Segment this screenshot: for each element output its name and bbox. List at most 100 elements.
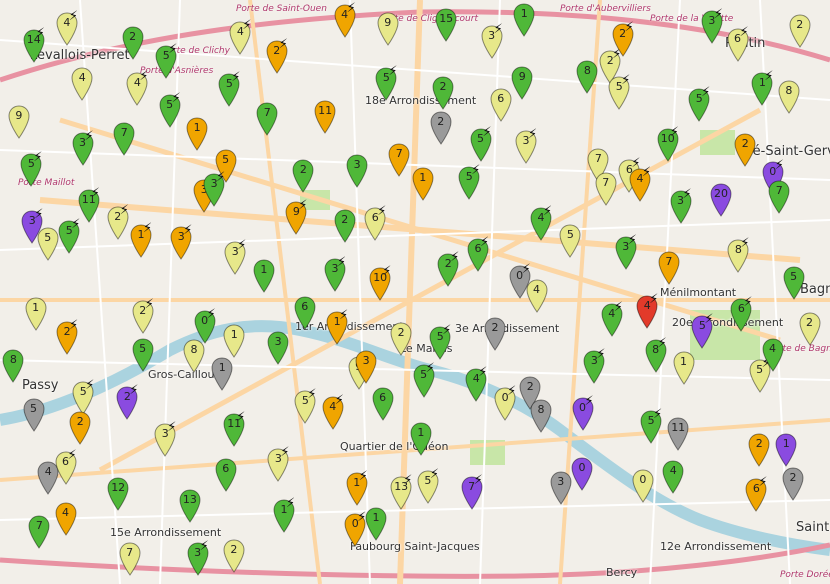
charging-station-marker[interactable]: 3 — [550, 471, 572, 505]
charging-station-marker[interactable]: 1 — [775, 433, 797, 468]
charging-station-marker[interactable]: 2 — [430, 111, 452, 146]
charging-station-marker[interactable]: 5 — [559, 223, 581, 258]
charging-station-marker[interactable]: 1 ⚡ — [273, 496, 295, 534]
charging-station-marker[interactable]: 6 ⚡ — [467, 235, 489, 273]
charging-station-marker[interactable]: 1 — [365, 507, 387, 542]
charging-station-marker[interactable]: 12 — [107, 477, 129, 511]
charging-station-marker[interactable]: 5 ⚡ — [159, 91, 181, 129]
charging-station-marker[interactable]: 2 ⚡ — [266, 37, 288, 74]
charging-station-marker[interactable]: 4 — [761, 338, 784, 373]
charging-station-marker[interactable]: 0 ⚡ — [344, 510, 366, 547]
charging-station-marker[interactable]: 5 ⚡ — [20, 150, 43, 187]
charging-station-marker[interactable]: 4 ⚡ — [334, 1, 356, 38]
charging-station-marker[interactable]: 1 — [186, 117, 208, 151]
charging-station-marker[interactable]: 4 — [71, 67, 93, 101]
charging-station-marker[interactable]: 2 — [223, 539, 245, 573]
charging-station-marker[interactable]: 10 ⚡ — [369, 264, 391, 302]
charging-station-marker[interactable]: 3 ⚡ — [615, 233, 637, 270]
charging-station-marker[interactable]: 11 — [667, 417, 689, 451]
charging-station-marker[interactable]: 3 — [346, 154, 368, 188]
charging-station-marker[interactable]: 7 — [595, 172, 617, 207]
charging-station-marker[interactable]: 9 ⚡ — [285, 198, 308, 235]
charging-station-marker[interactable]: 2 — [390, 322, 412, 356]
charging-station-marker[interactable]: 5 ⚡ — [417, 467, 439, 504]
charging-station-marker[interactable]: 7 — [28, 515, 50, 549]
charging-station-marker[interactable]: 2 — [782, 467, 804, 501]
charging-station-marker[interactable]: 2 — [789, 14, 811, 49]
charging-station-marker[interactable]: 4 ⚡ — [530, 204, 552, 242]
charging-station-marker[interactable]: 5 ⚡ — [294, 387, 317, 425]
charging-station-marker[interactable]: 11 — [314, 100, 336, 134]
charging-station-marker[interactable]: 5 — [783, 266, 805, 301]
charging-station-marker[interactable]: 3 ⚡ — [515, 127, 537, 164]
charging-station-marker[interactable]: 0 ⚡ — [571, 394, 594, 431]
charging-station-marker[interactable]: 8 — [183, 339, 205, 373]
charging-station-marker[interactable]: 5 ⚡ — [375, 64, 398, 101]
charging-station-marker[interactable]: 4 ⚡ — [56, 9, 78, 47]
charging-station-marker[interactable]: 10 ⚡ — [657, 125, 679, 163]
charging-station-marker[interactable]: 2 — [69, 411, 91, 445]
charging-station-marker[interactable]: 1 — [211, 357, 233, 391]
charging-station-marker[interactable]: 5 ⚡ — [413, 361, 435, 398]
charging-station-marker[interactable]: 5 ⚡ — [429, 323, 451, 360]
charging-station-marker[interactable]: 2 ⚡ — [132, 297, 154, 335]
charging-station-marker[interactable]: 6 ⚡ — [54, 448, 77, 485]
charging-station-marker[interactable]: 4 ⚡ — [229, 18, 252, 55]
charging-station-marker[interactable]: 8 — [2, 349, 24, 383]
charging-station-marker[interactable]: 8 — [530, 399, 552, 434]
charging-station-marker[interactable]: 1 — [513, 3, 535, 37]
charging-station-marker[interactable]: 2 — [484, 317, 506, 352]
charging-station-marker[interactable]: 3 ⚡ — [669, 187, 692, 224]
charging-station-marker[interactable]: 4 — [662, 460, 684, 494]
charging-station-marker[interactable]: 5 — [37, 227, 59, 261]
charging-station-marker[interactable]: 8 — [576, 60, 598, 94]
charging-station-marker[interactable]: 5 ⚡ — [691, 312, 714, 349]
charging-station-marker[interactable]: 4 ⚡ — [629, 165, 651, 202]
charging-station-marker[interactable]: 2 — [122, 26, 144, 60]
charging-station-marker[interactable]: 3 ⚡ — [187, 539, 209, 577]
charging-station-marker[interactable]: 6 ⚡ — [364, 204, 386, 242]
charging-station-marker[interactable]: 15 — [435, 8, 457, 42]
charging-station-marker[interactable]: 3 ⚡ — [481, 22, 503, 59]
charging-station-marker[interactable]: 6 — [215, 458, 237, 492]
charging-station-marker[interactable]: 0 — [632, 469, 654, 503]
charging-station-marker[interactable]: 1 — [412, 167, 434, 201]
charging-station-marker[interactable]: 7 — [768, 180, 790, 214]
charging-station-marker[interactable]: 2 — [798, 312, 821, 346]
charging-station-marker[interactable]: 7 — [113, 122, 135, 156]
charging-station-marker[interactable]: 4 — [54, 502, 77, 537]
charging-station-marker[interactable]: 6 ⚡ — [730, 295, 753, 332]
charging-station-marker[interactable]: 5 ⚡ — [688, 85, 710, 122]
charging-station-marker[interactable]: 3 ⚡ — [324, 255, 346, 292]
charging-station-marker[interactable]: 2 ⚡ — [56, 318, 78, 355]
charging-station-marker[interactable]: 4 ⚡ — [601, 300, 623, 338]
charging-station-marker[interactable]: 1 — [672, 351, 695, 386]
charging-station-marker[interactable]: 0 ⚡ — [494, 384, 516, 421]
charging-station-marker[interactable]: 7 — [119, 542, 141, 576]
charging-station-marker[interactable]: 3 ⚡ — [267, 445, 290, 482]
charging-station-marker[interactable]: 3 ⚡ — [71, 129, 94, 167]
charging-station-marker[interactable]: 8 ⚡ — [645, 336, 667, 373]
charging-station-marker[interactable]: 2 ⚡ — [107, 203, 129, 240]
charging-station-marker[interactable]: 4 ⚡ — [465, 365, 487, 402]
charging-station-marker[interactable]: 4 ⚡ — [636, 292, 658, 329]
charging-station-marker[interactable]: 9 — [511, 66, 533, 101]
map-canvas[interactable]: Levallois-Perret Pantin 18e Arrondisseme… — [0, 0, 830, 584]
charging-station-marker[interactable]: 3 ⚡ — [224, 238, 246, 275]
charging-station-marker[interactable]: 7 — [658, 251, 680, 285]
charging-station-marker[interactable]: 7 ⚡ — [461, 473, 483, 511]
charging-station-marker[interactable]: 6 ⚡ — [745, 475, 768, 512]
charging-station-marker[interactable]: 2 — [432, 75, 454, 110]
charging-station-marker[interactable]: 6 — [490, 88, 512, 123]
charging-station-marker[interactable]: 11 ⚡ — [223, 410, 245, 448]
charging-station-marker[interactable]: 9 — [377, 12, 399, 46]
charging-station-marker[interactable]: 1 ⚡ — [326, 308, 348, 345]
charging-station-marker[interactable]: 11 ⚡ — [78, 186, 100, 223]
charging-station-marker[interactable]: 2 — [748, 433, 770, 468]
charging-station-marker[interactable]: 1 ⚡ — [130, 221, 152, 259]
charging-station-marker[interactable]: 8 ⚡ — [727, 236, 750, 274]
charging-station-marker[interactable]: 5 ⚡ — [218, 70, 241, 107]
charging-station-marker[interactable]: 4 ⚡ — [126, 69, 149, 106]
charging-station-marker[interactable]: 5 ⚡ — [608, 73, 630, 110]
charging-station-marker[interactable]: 1 — [223, 324, 245, 359]
